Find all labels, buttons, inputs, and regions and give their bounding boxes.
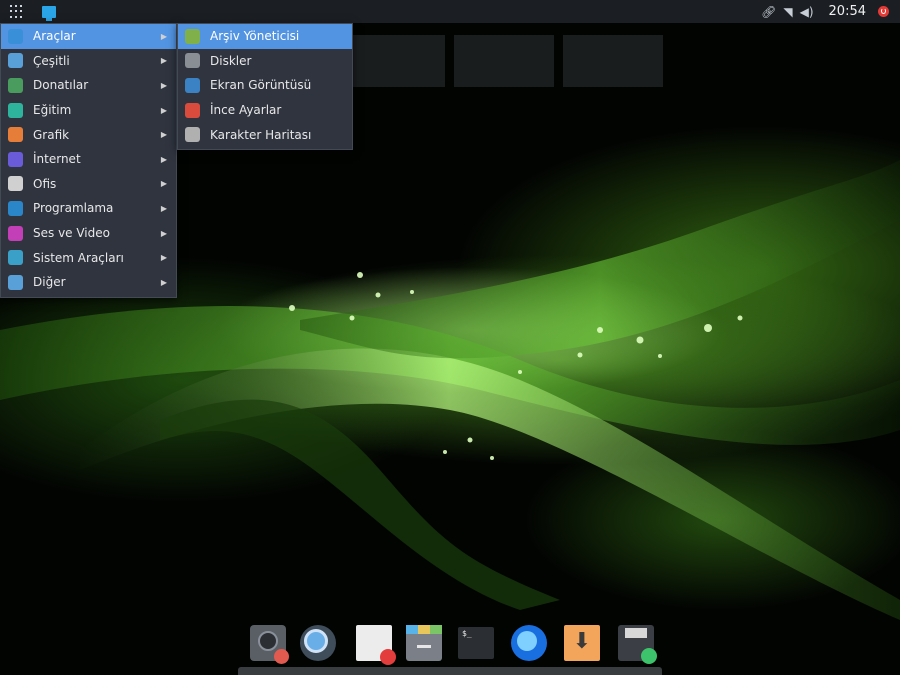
file-manager-icon[interactable] (406, 625, 442, 661)
submenu-arrow-icon: ▶ (160, 277, 167, 287)
tweaks-icon (185, 102, 200, 118)
submenu-label: Ekran Görüntüsü (210, 78, 312, 93)
menu-category-label: Eğitim (33, 103, 72, 118)
workspace-thumbnail[interactable] (345, 35, 445, 87)
system-tools-icon (8, 250, 23, 266)
firefox-icon[interactable] (511, 625, 547, 661)
submenu-label: İnce Ayarlar (210, 103, 282, 118)
office-icon (8, 176, 23, 192)
menu-category-item[interactable]: Donatılar ▶ (1, 73, 176, 98)
workspace-thumbnail[interactable] (454, 35, 554, 87)
tools-icon (8, 28, 23, 44)
submenu-label: Arşiv Yöneticisi (210, 29, 300, 44)
applications-menu: Araçlar ▶ Çeşitli ▶ Donatılar ▶ Eğitim ▶ Grafik ▶… (0, 23, 177, 298)
screenshot-icon (185, 77, 200, 93)
other-icon (8, 274, 23, 290)
internet-icon (8, 151, 23, 167)
menu-category-label: Ses ve Video (33, 226, 110, 241)
top-panel: 🔗︎ ◥ ◀) 20:54 (0, 0, 900, 23)
volume-icon[interactable]: ◀) (800, 5, 814, 19)
menu-category-label: Araçlar (33, 29, 76, 44)
terminal-prompt: $_ (462, 629, 472, 638)
graphics-icon (8, 127, 23, 143)
text-editor-icon[interactable] (356, 625, 396, 665)
menu-category-item[interactable]: Grafik ▶ (1, 122, 176, 147)
menu-category-label: Grafik (33, 127, 70, 142)
education-icon (8, 102, 23, 118)
menu-category-item[interactable]: Programlama ▶ (1, 196, 176, 221)
submenu-arrow-icon: ▶ (160, 31, 167, 41)
submenu-arrow-icon: ▶ (160, 203, 167, 213)
dock-bar (238, 667, 662, 675)
menu-category-item[interactable]: Sistem Araçları ▶ (1, 245, 176, 270)
disk-utility-icon[interactable] (250, 625, 289, 664)
menu-category-item[interactable]: Ses ve Video ▶ (1, 221, 176, 246)
menu-category-item[interactable]: Diğer ▶ (1, 270, 176, 295)
accessories-icon (8, 77, 23, 93)
menu-category-label: Ofis (33, 176, 57, 191)
character-map-icon (185, 127, 200, 143)
submenu-item[interactable]: Arşiv Yöneticisi (178, 24, 352, 49)
menu-category-label: Sistem Araçları (33, 250, 124, 265)
menu-category-item[interactable]: Ofis ▶ (1, 172, 176, 197)
clock[interactable]: 20:54 (829, 4, 866, 19)
submenu-label: Karakter Haritası (210, 127, 312, 142)
disks-icon (185, 53, 200, 69)
multimedia-icon (8, 225, 23, 241)
submenu-item[interactable]: Diskler (178, 49, 352, 74)
submenu-arrow-icon: ▶ (160, 130, 167, 140)
submenu-araclar: Arşiv Yöneticisi Diskler Ekran Görüntüsü İn… (177, 23, 353, 150)
download-arrow: ⬇ (572, 629, 592, 654)
submenu-arrow-icon: ▶ (160, 179, 167, 189)
terminal-icon[interactable]: $_ (458, 627, 494, 659)
submenu-arrow-icon: ▶ (160, 253, 167, 263)
submenu-arrow-icon: ▶ (160, 228, 167, 238)
submenu-arrow-icon: ▶ (160, 154, 167, 164)
menu-category-item[interactable]: İnternet ▶ (1, 147, 176, 172)
link-icon[interactable]: 🔗︎ (761, 5, 776, 19)
menu-category-item[interactable]: Çeşitli ▶ (1, 49, 176, 74)
submenu-item[interactable]: Karakter Haritası (178, 122, 352, 147)
menu-category-item[interactable]: Eğitim ▶ (1, 98, 176, 123)
wifi-icon[interactable]: ◥ (783, 5, 792, 19)
software-installer-icon[interactable] (618, 625, 657, 664)
menu-category-label: Diğer (33, 275, 66, 290)
submenu-arrow-icon: ▶ (160, 80, 167, 90)
download-manager-icon[interactable]: ⬇ (564, 625, 600, 661)
menu-category-label: Donatılar (33, 78, 89, 93)
dock: $_ ⬇ (238, 615, 662, 675)
chromium-icon[interactable] (300, 625, 336, 661)
workspace-thumbnail[interactable] (563, 35, 663, 87)
menu-category-label: Çeşitli (33, 53, 70, 68)
submenu-label: Diskler (210, 53, 252, 68)
archive-manager-icon (185, 28, 200, 44)
menu-category-item[interactable]: Araçlar ▶ (1, 24, 176, 49)
submenu-arrow-icon: ▶ (160, 56, 167, 66)
submenu-arrow-icon: ▶ (160, 105, 167, 115)
programming-icon (8, 200, 23, 216)
taskbar-app-icon[interactable] (42, 5, 56, 21)
system-tray: 🔗︎ ◥ ◀) 20:54 (761, 0, 900, 23)
power-icon[interactable] (878, 6, 889, 17)
misc-icon (8, 53, 23, 69)
menu-category-label: Programlama (33, 201, 114, 216)
submenu-item[interactable]: Ekran Görüntüsü (178, 73, 352, 98)
menu-category-label: İnternet (33, 152, 81, 167)
submenu-item[interactable]: İnce Ayarlar (178, 98, 352, 123)
apps-grid-icon[interactable] (10, 4, 24, 19)
